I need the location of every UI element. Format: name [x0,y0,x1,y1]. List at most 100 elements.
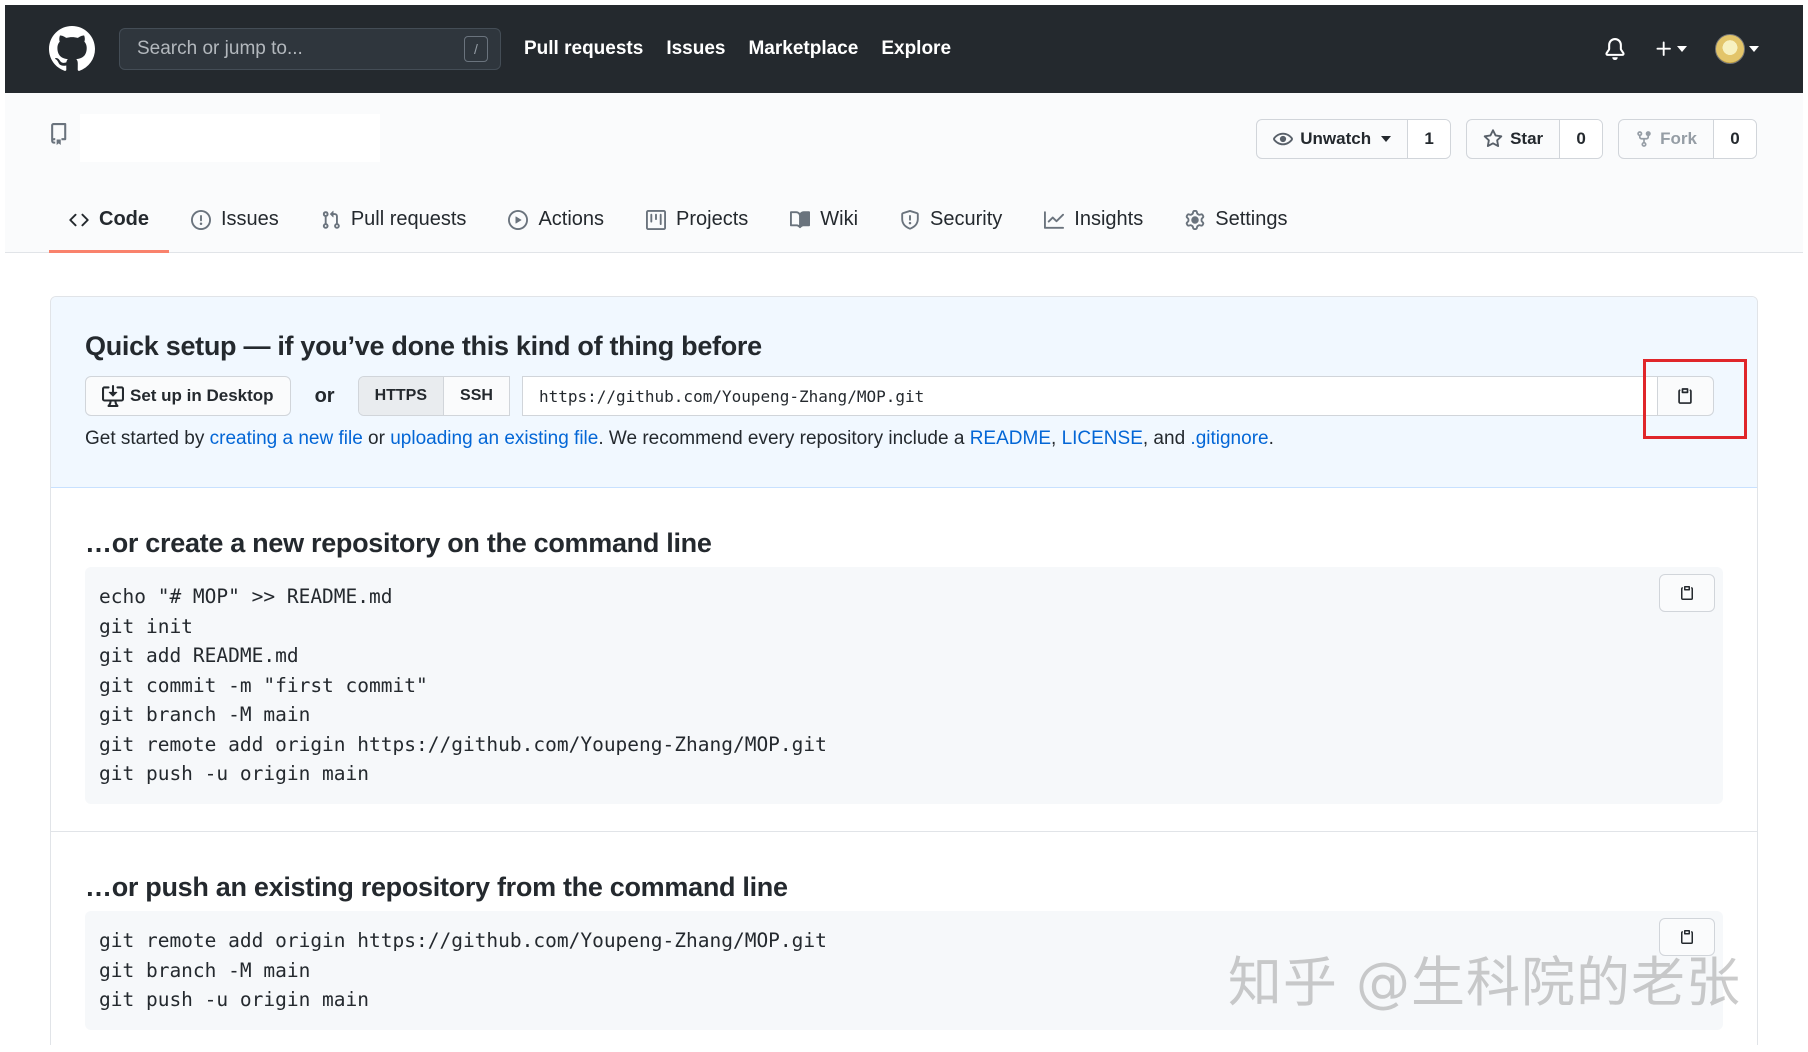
plus-icon [1656,41,1671,56]
get-started-text-2: or [362,428,391,449]
tab-issues-label: Issues [221,208,279,230]
nav-marketplace[interactable]: Marketplace [748,38,858,60]
header-right [1604,34,1759,64]
license-link[interactable]: LICENSE [1062,428,1143,449]
create-repo-commands[interactable]: echo "# MOP" >> README.md git init git a… [99,582,1709,789]
repo-actions: Unwatch 1 Star 0 Fork 0 [1256,119,1757,159]
gitignore-link[interactable]: .gitignore [1190,428,1268,449]
command-line: echo "# MOP" >> README.md [99,585,393,608]
https-button[interactable]: HTTPS [358,377,445,415]
upload-file-link[interactable]: uploading an existing file [390,428,598,449]
create-new-dropdown[interactable] [1654,39,1687,59]
chevron-down-icon [1381,136,1392,142]
bell-icon[interactable] [1604,37,1626,61]
fork-label: Fork [1660,129,1697,148]
highlight-annotation [1643,359,1747,439]
command-line: git branch -M main [99,958,311,982]
pull-request-icon [322,210,340,229]
star-icon [1483,129,1503,148]
tab-code[interactable]: Code [49,189,169,253]
tab-wiki[interactable]: Wiki [768,189,878,253]
tab-insights[interactable]: Insights [1022,189,1163,253]
command-line: git push -u origin main [99,988,370,1011]
repo-name[interactable] [80,114,380,162]
repo-tabs: Code Issues Pull requests Actions Projec… [49,189,1308,253]
stars-count[interactable]: 0 [1560,120,1603,158]
quick-setup-title: Quick setup — if you’ve done this kind o… [85,331,762,361]
create-new-repo-title: …or create a new repository on the comma… [85,528,712,558]
copy-create-commands-button[interactable] [1659,574,1715,612]
watchers-count[interactable]: 1 [1408,120,1451,158]
star-button[interactable]: Star [1467,120,1561,158]
tab-projects-label: Projects [676,208,749,230]
play-icon [508,209,529,230]
get-started-text-1: Get started by [85,428,210,449]
command-line: git init [99,614,193,638]
nav-explore[interactable]: Explore [881,38,951,60]
command-line: git commit -m "first commit" [99,673,428,697]
fork-group: Fork 0 [1618,119,1757,159]
avatar [1715,34,1745,64]
search-input[interactable]: Search or jump to... / [119,28,501,70]
book-icon [790,210,811,228]
ssh-button[interactable]: SSH [444,377,509,415]
chevron-down-icon [1749,46,1759,52]
protocol-toggle: HTTPS SSH [357,376,510,416]
fork-button[interactable]: Fork [1619,120,1714,158]
unwatch-label: Unwatch [1300,129,1372,148]
unwatch-button[interactable]: Unwatch [1257,120,1409,158]
get-started-text-5: , and [1142,428,1191,449]
tab-security[interactable]: Security [878,189,1022,253]
graph-icon [1044,210,1065,229]
issue-icon [191,209,211,230]
tab-security-label: Security [930,208,1003,230]
global-header: Search or jump to... / Pull requests Iss… [5,5,1803,93]
github-page: Search or jump to... / Pull requests Iss… [5,5,1803,1045]
tab-actions[interactable]: Actions [486,189,624,253]
readme-link[interactable]: README [970,428,1051,449]
code-icon [69,213,89,226]
chevron-down-icon [1677,46,1687,52]
create-new-repo-section: …or create a new repository on the comma… [51,488,1757,832]
nav-issues[interactable]: Issues [666,38,725,60]
command-line: git remote add origin https://github.com… [99,929,827,952]
clipboard-icon [1681,586,1693,600]
setup-desktop-button[interactable]: Set up in Desktop [85,376,291,416]
nav-pull-requests[interactable]: Pull requests [524,38,643,60]
repo-header: Unwatch 1 Star 0 Fork 0 Code Issues Pull… [5,93,1803,253]
star-group: Star 0 [1466,119,1604,159]
search-placeholder: Search or jump to... [137,38,303,59]
watch-group: Unwatch 1 [1256,119,1452,159]
setup-desktop-label: Set up in Desktop [130,386,274,405]
global-nav: Pull requests Issues Marketplace Explore [524,38,974,60]
empty-repo-instructions: Quick setup — if you’ve done this kind o… [50,296,1758,1045]
tab-pull-requests[interactable]: Pull requests [299,189,487,253]
get-started-text-4: , [1051,428,1062,449]
desktop-download-icon [102,385,124,407]
tab-insights-label: Insights [1074,208,1144,230]
create-new-file-link[interactable]: creating a new file [210,428,363,449]
forks-count[interactable]: 0 [1714,120,1756,158]
command-line: git add README.md [99,644,299,667]
get-started-text: Get started by creating a new file or up… [85,428,1723,450]
tab-settings[interactable]: Settings [1163,189,1307,253]
quick-setup: Quick setup — if you’ve done this kind o… [51,297,1757,488]
repo-icon [51,123,67,145]
or-text: or [314,384,335,407]
search-shortcut-key: / [464,36,488,62]
clone-url-input[interactable]: https://github.com/Youpeng-Zhang/MOP.git [521,376,1658,416]
get-started-text-3: . We recommend every repository include … [598,428,970,449]
create-repo-code-block: echo "# MOP" >> README.md git init git a… [85,567,1723,804]
github-logo-icon[interactable] [49,26,95,72]
tab-projects[interactable]: Projects [624,189,768,253]
shield-icon [901,209,919,230]
get-started-text-6: . [1268,428,1274,449]
tab-code-label: Code [99,208,149,230]
fork-icon [1637,131,1651,147]
tab-pull-requests-label: Pull requests [350,208,467,230]
gear-icon [1185,209,1205,230]
command-line: git remote add origin https://github.com… [99,732,827,756]
watermark-text: 知乎 @生科院的老张 [1227,951,1741,1014]
tab-issues[interactable]: Issues [169,189,299,253]
user-menu[interactable] [1715,34,1759,64]
